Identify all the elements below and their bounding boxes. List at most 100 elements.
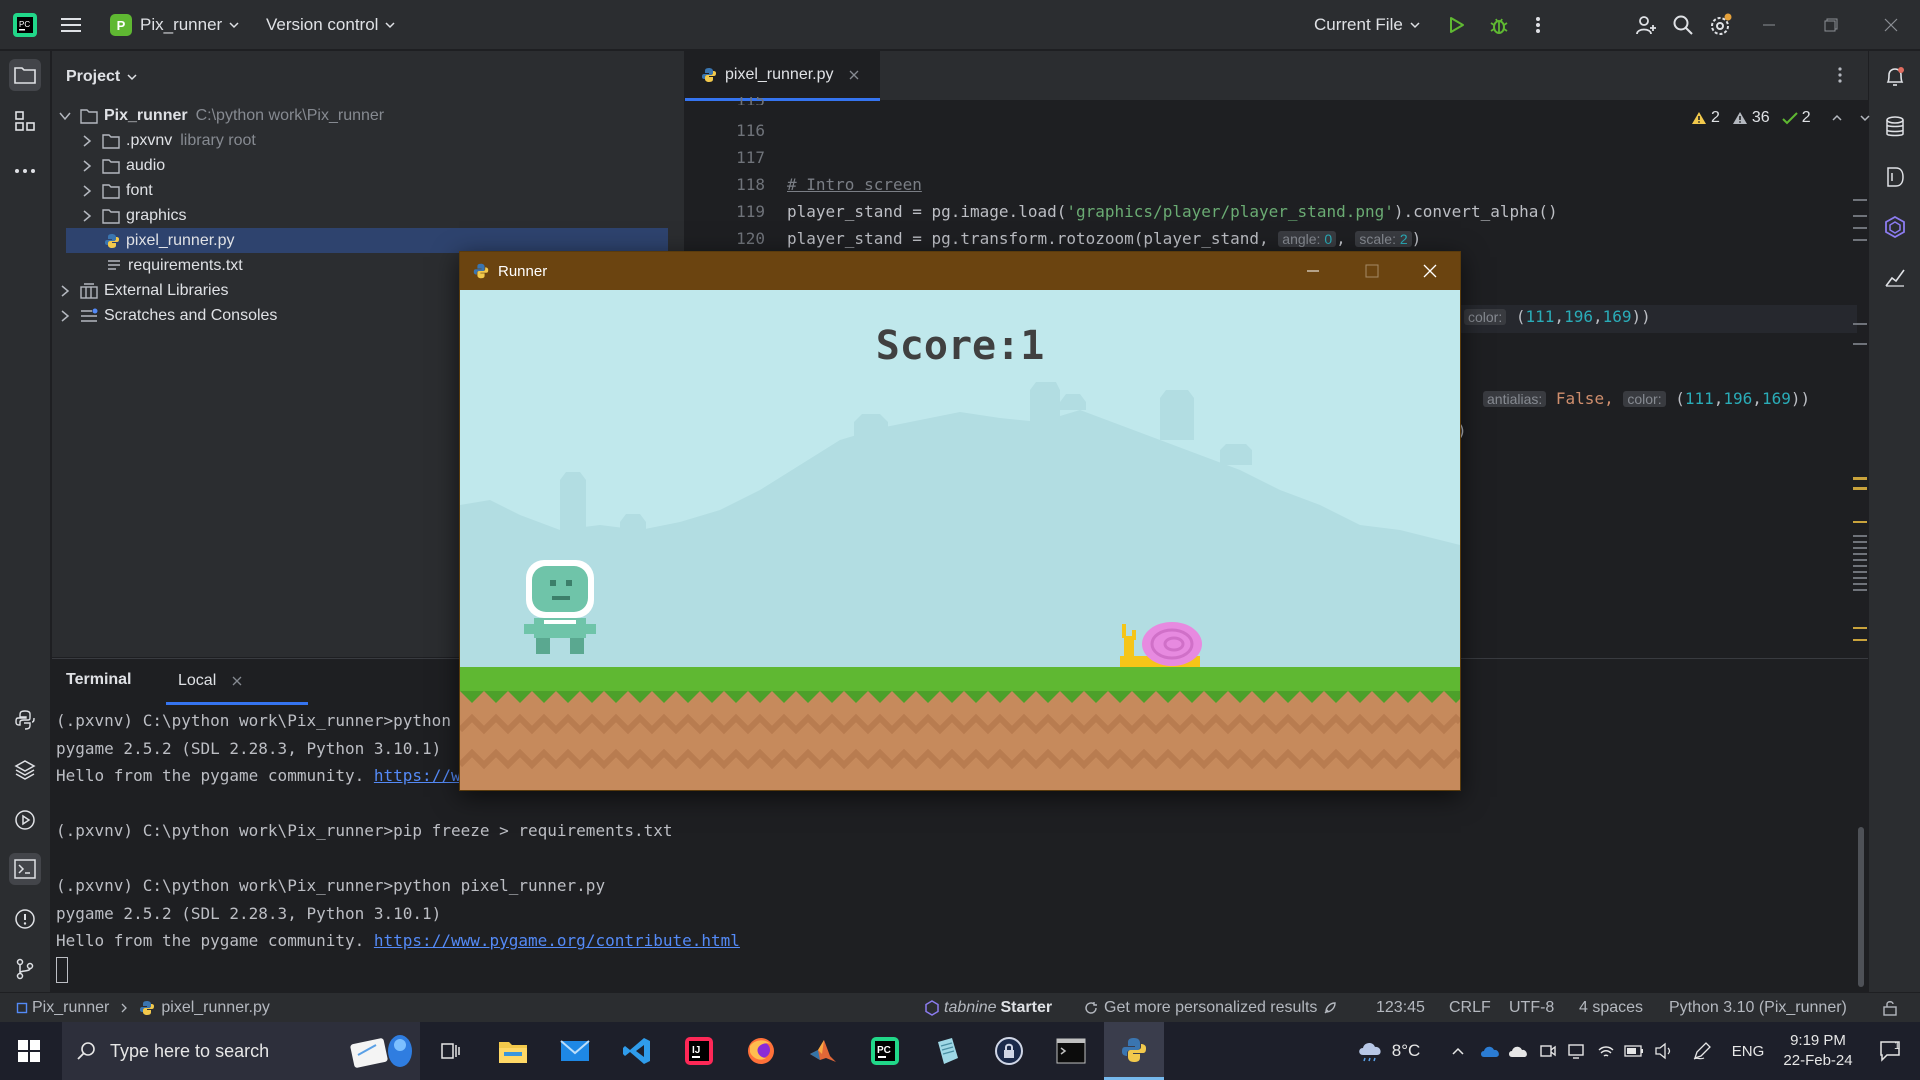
line-separator[interactable]: CRLF xyxy=(1449,993,1491,1023)
terminal-scrollbar[interactable] xyxy=(1858,827,1864,987)
runner-title-bar[interactable]: Runner xyxy=(460,252,1460,290)
indent-setting[interactable]: 4 spaces xyxy=(1579,993,1643,1023)
minimize-icon[interactable] xyxy=(1762,0,1776,50)
sciview-icon[interactable] xyxy=(1879,161,1911,193)
code-line-120[interactable]: player_stand = pg.transform.rotozoom(pla… xyxy=(787,229,1421,248)
tabnine-status[interactable]: tabnine Starter xyxy=(924,993,1052,1023)
terminal-tab-local[interactable]: Local xyxy=(166,659,308,705)
pycharm-taskbar-icon[interactable]: PC xyxy=(860,1022,910,1080)
project-folder-icon[interactable] xyxy=(9,59,41,91)
clock[interactable]: 9:19 PM 22-Feb-24 xyxy=(1776,1022,1860,1080)
runner-maximize-icon[interactable] xyxy=(1365,264,1379,278)
code-line-partial-b[interactable]: antialias: False, color: (111,196,169)) xyxy=(1483,389,1810,408)
close-tab-icon[interactable] xyxy=(232,676,242,686)
project-switcher[interactable]: P Pix_runner xyxy=(110,0,240,50)
intellij-icon[interactable]: IJ xyxy=(674,1022,724,1080)
terminal-link[interactable]: https://www.pygame.org/contribute.html xyxy=(374,931,740,950)
tree-item-font[interactable]: font xyxy=(80,178,153,203)
runner-game-window[interactable]: Runner Score:1 xyxy=(459,251,1461,791)
windows-start-icon[interactable] xyxy=(0,1022,58,1080)
close-tab-icon[interactable] xyxy=(848,69,860,81)
command-prompt-icon[interactable] xyxy=(1046,1022,1096,1080)
input-language[interactable]: ENG xyxy=(1728,1022,1768,1080)
notepad-icon[interactable] xyxy=(922,1022,972,1080)
tray-chevron-up-icon[interactable] xyxy=(1448,1022,1468,1080)
restore-icon[interactable] xyxy=(1824,0,1838,50)
onedrive-personal-icon[interactable] xyxy=(1506,1022,1530,1080)
version-control-menu[interactable]: Version control xyxy=(266,0,396,50)
tree-item-external-libraries[interactable]: External Libraries xyxy=(58,278,229,303)
breadcrumb[interactable]: Pix_runner pixel_runner.py xyxy=(16,993,270,1023)
editor-error-stripe[interactable] xyxy=(1853,143,1867,681)
action-center-icon[interactable]: 1 xyxy=(1868,1022,1914,1080)
python-interpreter[interactable]: Python 3.10 (Pix_runner) xyxy=(1669,993,1847,1023)
problems-icon[interactable] xyxy=(9,903,41,935)
more-actions-icon[interactable] xyxy=(1534,0,1542,50)
lock-icon[interactable] xyxy=(1882,993,1898,1023)
close-icon[interactable] xyxy=(1884,0,1898,50)
tree-item-audio[interactable]: audio xyxy=(80,153,165,178)
code-line-partial-a[interactable]: color: (111,196,169)) xyxy=(1464,307,1651,326)
matlab-icon[interactable] xyxy=(798,1022,848,1080)
pygame-window-taskbar-icon[interactable] xyxy=(1104,1022,1164,1080)
meet-now-icon[interactable] xyxy=(1536,1022,1560,1080)
onedrive-icon[interactable] xyxy=(1478,1022,1502,1080)
profiler-icon[interactable] xyxy=(1879,261,1911,293)
runner-close-icon[interactable] xyxy=(1423,264,1437,278)
mail-icon[interactable] xyxy=(550,1022,600,1080)
database-icon[interactable] xyxy=(1879,111,1911,143)
python-packages-icon[interactable] xyxy=(9,704,41,736)
tree-item-graphics[interactable]: graphics xyxy=(80,203,186,228)
file-explorer-icon[interactable] xyxy=(488,1022,538,1080)
tree-item-scratches[interactable]: Scratches and Consoles xyxy=(58,303,277,328)
tree-item-pxvnv[interactable]: .pxvnv library root xyxy=(80,128,256,153)
git-branch-icon[interactable] xyxy=(9,953,41,985)
tree-item-label: requirements.txt xyxy=(128,256,243,274)
chevron-down-icon[interactable] xyxy=(1859,112,1871,124)
settings-gear-icon[interactable] xyxy=(1708,0,1734,50)
chevron-up-icon[interactable] xyxy=(1831,112,1843,124)
run-config-selector[interactable]: Current File xyxy=(1314,0,1421,50)
pycharm-logo-icon[interactable]: PC xyxy=(12,0,38,50)
volume-icon[interactable] xyxy=(1652,1022,1676,1080)
firefox-icon[interactable] xyxy=(736,1022,786,1080)
file-encoding[interactable]: UTF-8 xyxy=(1509,993,1554,1023)
tab-pixel-runner-py[interactable]: pixel_runner.py xyxy=(685,51,880,101)
wifi-icon[interactable] xyxy=(1594,1022,1618,1080)
structure-icon[interactable] xyxy=(9,105,41,137)
pen-icon[interactable] xyxy=(1690,1022,1714,1080)
terminal-icon[interactable] xyxy=(9,853,41,885)
vpn-lock-icon[interactable] xyxy=(984,1022,1034,1080)
tabnine-icon[interactable] xyxy=(1879,211,1911,243)
personalized-results[interactable]: Get more personalized results xyxy=(1084,993,1337,1023)
battery-icon[interactable] xyxy=(1622,1022,1646,1080)
editor-more-icon[interactable] xyxy=(1837,65,1843,85)
main-menu-icon[interactable] xyxy=(60,0,82,50)
search-icon[interactable] xyxy=(1672,0,1694,50)
caret-position[interactable]: 123:45 xyxy=(1376,993,1425,1023)
debug-icon[interactable] xyxy=(1488,0,1510,50)
inspection-widget[interactable]: 2 36 2 xyxy=(1691,109,1871,127)
run-icon[interactable] xyxy=(1446,0,1466,50)
tree-item-requirements-txt[interactable]: requirements.txt xyxy=(106,253,243,278)
vscode-icon[interactable] xyxy=(612,1022,662,1080)
code-line-118[interactable]: # Intro screen xyxy=(787,175,922,194)
tree-root-pix-runner[interactable]: Pix_runner C:\python work\Pix_runner xyxy=(58,103,384,128)
layers-icon[interactable] xyxy=(9,754,41,786)
param-hint-scale: scale: 2 xyxy=(1355,231,1412,247)
display-icon[interactable] xyxy=(1564,1022,1588,1080)
terminal-cursor[interactable] xyxy=(56,957,68,983)
project-panel-header[interactable]: Project xyxy=(66,64,138,89)
tree-item-pixel-runner-py[interactable]: pixel_runner.py xyxy=(66,228,668,253)
code-line-119[interactable]: player_stand = pg.image.load('graphics/p… xyxy=(787,202,1558,221)
runner-minimize-icon[interactable] xyxy=(1306,264,1320,278)
weather-widget[interactable]: 8°C xyxy=(1350,1022,1426,1080)
taskbar-search-box[interactable]: Type here to search xyxy=(62,1022,420,1080)
game-canvas[interactable]: Score:1 xyxy=(460,290,1460,790)
code-with-me-icon[interactable] xyxy=(1634,0,1658,50)
notifications-bell-icon[interactable] xyxy=(1879,61,1911,93)
services-run-icon[interactable] xyxy=(9,804,41,836)
hint-value: 0 xyxy=(1324,231,1333,247)
more-tools-icon[interactable] xyxy=(9,155,41,187)
task-view-icon[interactable] xyxy=(428,1022,472,1080)
